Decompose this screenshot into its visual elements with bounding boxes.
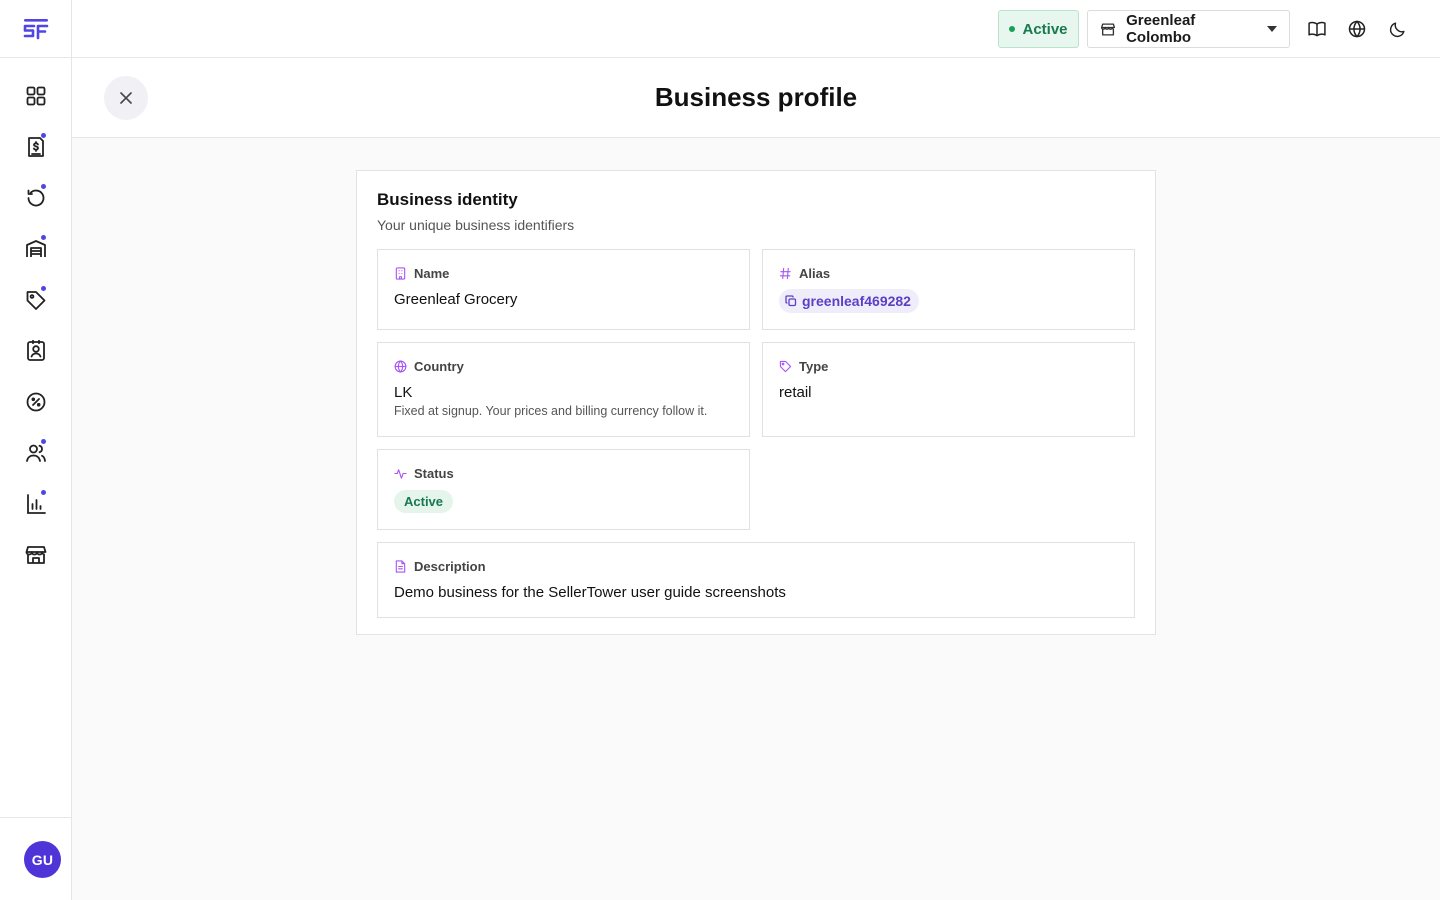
sidebar-item-store[interactable]	[0, 529, 71, 580]
activity-icon	[394, 469, 407, 479]
building-icon	[395, 267, 406, 280]
notification-dot	[41, 286, 46, 291]
business-status-badge: Active	[998, 10, 1079, 48]
users-icon	[25, 444, 46, 462]
hash-icon	[779, 267, 791, 280]
globe-icon	[1348, 20, 1366, 38]
warehouse-icon	[25, 239, 46, 257]
field-country-hint: Fixed at signup. Your prices and billing…	[394, 404, 708, 418]
field-description-label: Description	[394, 559, 486, 574]
sidebar: GU	[0, 0, 72, 900]
card-subtitle: Your unique business identifiers	[377, 217, 575, 233]
storefront-icon	[1101, 22, 1116, 36]
sidebar-footer: GU	[0, 817, 71, 900]
tag-icon	[779, 360, 792, 373]
field-description-value: Demo business for the SellerTower user g…	[394, 584, 786, 601]
field-status-label: Status	[394, 466, 454, 481]
field-status: Status Active	[377, 449, 750, 530]
notification-dot	[41, 184, 46, 189]
sidebar-nav	[0, 70, 71, 580]
field-name-label: Name	[394, 266, 449, 281]
field-type-label: Type	[779, 359, 828, 374]
top-bar: Active Greenleaf Colombo	[72, 0, 1440, 58]
field-alias-label: Alias	[779, 266, 830, 281]
notification-dot	[41, 439, 46, 444]
sellertower-logo-icon	[23, 18, 48, 39]
alias-copy-chip[interactable]: greenleaf469282	[779, 289, 919, 313]
sidebar-item-pricing[interactable]	[0, 274, 71, 325]
storefront-icon	[25, 545, 46, 564]
moon-icon	[1389, 21, 1405, 37]
field-country-value: LK	[394, 384, 413, 401]
field-alias: Alias greenleaf469282	[762, 249, 1135, 330]
sidebar-item-team[interactable]	[0, 427, 71, 478]
alias-value: greenleaf469282	[802, 293, 911, 309]
docs-button[interactable]	[1305, 17, 1329, 41]
copy-icon	[785, 295, 797, 307]
business-status-label: Active	[1022, 20, 1068, 38]
field-country: Country LK Fixed at signup. Your prices …	[377, 342, 750, 437]
page-header: Business profile	[72, 58, 1440, 138]
contact-book-icon	[26, 339, 45, 361]
sidebar-item-inventory[interactable]	[0, 223, 71, 274]
card-title: Business identity	[377, 190, 518, 209]
sidebar-item-discounts[interactable]	[0, 376, 71, 427]
sidebar-item-contacts[interactable]	[0, 325, 71, 376]
grid-icon	[26, 86, 45, 105]
globe-icon	[394, 360, 407, 373]
field-country-label: Country	[394, 359, 464, 374]
book-open-icon	[1308, 21, 1326, 37]
theme-toggle-button[interactable]	[1385, 17, 1409, 41]
sidebar-item-dashboard[interactable]	[0, 70, 71, 121]
app-logo[interactable]	[0, 0, 71, 58]
invoice-dollar-icon	[27, 136, 44, 157]
chevron-down-icon	[1267, 26, 1277, 32]
notification-dot	[41, 235, 46, 240]
sidebar-item-history[interactable]	[0, 172, 71, 223]
business-identity-card: Business identity Your unique business i…	[356, 170, 1156, 635]
field-name-value: Greenleaf Grocery	[394, 291, 518, 308]
history-icon	[27, 189, 44, 206]
field-type-value: retail	[779, 384, 812, 401]
page-title: Business profile	[654, 82, 858, 112]
tag-icon	[26, 290, 45, 310]
field-type: Type retail	[762, 342, 1135, 437]
notification-dot	[41, 490, 46, 495]
sidebar-item-billing[interactable]	[0, 121, 71, 172]
sidebar-item-reports[interactable]	[0, 478, 71, 529]
store-selector-label: Greenleaf Colombo	[1126, 12, 1196, 46]
language-button[interactable]	[1345, 17, 1369, 41]
user-avatar[interactable]: GU	[24, 841, 61, 878]
field-description: Description Demo business for the Seller…	[377, 542, 1135, 618]
notification-dot	[41, 133, 46, 138]
percent-badge-icon	[26, 392, 45, 411]
store-selector[interactable]: Greenleaf Colombo	[1087, 10, 1290, 48]
status-badge: Active	[394, 490, 454, 513]
document-icon	[395, 560, 406, 573]
bar-chart-icon	[26, 493, 46, 514]
field-name: Name Greenleaf Grocery	[377, 249, 750, 330]
status-dot	[1009, 26, 1016, 32]
